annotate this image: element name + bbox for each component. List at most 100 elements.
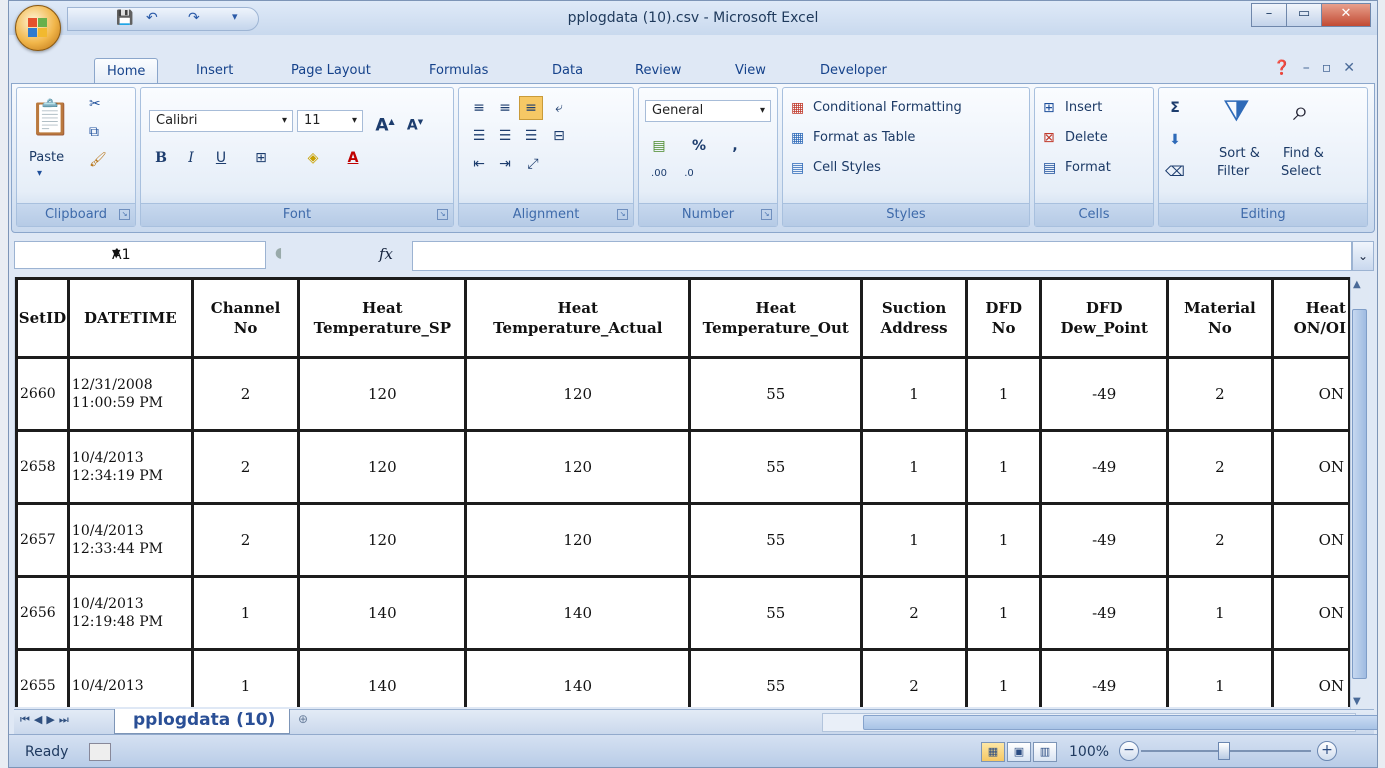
header-cell[interactable]: DATETIME (66, 277, 194, 359)
table-cell[interactable]: 1 (964, 648, 1043, 707)
header-cell[interactable]: SetID (15, 277, 70, 359)
autosum-icon[interactable]: Σ (1163, 96, 1187, 120)
table-cell[interactable]: 2 (1165, 356, 1274, 432)
minimize-button[interactable]: – (1251, 3, 1287, 27)
table-cell[interactable]: 1 (860, 502, 968, 578)
table-cell[interactable]: 1 (964, 356, 1043, 432)
prev-sheet-icon[interactable]: ◀ (34, 713, 46, 726)
ribbon-restore-icon[interactable]: ▫ (1322, 60, 1344, 76)
insert-function-icon[interactable]: fx (379, 245, 393, 263)
font-family-box[interactable]: Calibri ▾ (149, 110, 293, 132)
redo-icon[interactable]: ↷ (188, 10, 200, 26)
copy-icon[interactable]: ⧉ (89, 124, 99, 140)
align-center-icon[interactable]: ☰ (493, 124, 517, 148)
align-bottom-icon[interactable]: ≡ (519, 96, 543, 120)
conditional-formatting-button[interactable]: Conditional Formatting (813, 100, 962, 115)
tab-page-layout[interactable]: Page Layout (291, 63, 371, 78)
formula-resize-icon[interactable]: ◖ (275, 245, 282, 261)
align-left-icon[interactable]: ☰ (467, 124, 491, 148)
table-cell[interactable]: 2 (1165, 429, 1274, 505)
paste-icon[interactable]: 📋 (29, 98, 71, 138)
underline-button[interactable]: U (209, 146, 233, 170)
scroll-down-icon[interactable]: ▼ (1353, 696, 1361, 707)
header-cell[interactable]: DFD No (964, 277, 1043, 359)
table-cell[interactable]: 140 (297, 648, 468, 707)
table-cell[interactable]: 2 (190, 429, 301, 505)
header-cell[interactable]: Heat ON/OI (1270, 277, 1351, 359)
vertical-scrollbar[interactable]: ▲ ▼ (1350, 277, 1369, 709)
align-top-icon[interactable]: ≡ (467, 96, 491, 120)
table-cell[interactable]: ON (1270, 429, 1351, 505)
ribbon-minimize-icon[interactable]: – (1303, 60, 1322, 76)
accounting-format-icon[interactable]: ▤ (647, 134, 671, 158)
dialog-launcher-icon[interactable]: ↘ (617, 209, 628, 220)
format-as-table-button[interactable]: Format as Table (813, 130, 915, 145)
header-cell[interactable]: Heat Temperature_SP (297, 277, 468, 359)
fill-icon[interactable]: ⬇ (1163, 128, 1187, 152)
header-cell[interactable]: Heat Temperature_Actual (464, 277, 692, 359)
tab-developer[interactable]: Developer (820, 63, 887, 78)
table-cell[interactable]: 120 (297, 429, 468, 505)
table-cell[interactable]: ON (1270, 502, 1351, 578)
horizontal-scroll-thumb[interactable] (863, 715, 1377, 730)
table-cell[interactable]: 1 (1165, 648, 1274, 707)
align-middle-icon[interactable]: ≡ (493, 96, 517, 120)
bold-button[interactable]: B (149, 146, 173, 170)
table-cell[interactable]: -49 (1039, 648, 1169, 707)
table-cell[interactable]: 2655 (15, 648, 70, 707)
italic-button[interactable]: I (179, 146, 203, 170)
first-sheet-icon[interactable]: ⏮ (20, 713, 34, 726)
font-color-icon[interactable]: A (341, 146, 365, 170)
fill-color-icon[interactable]: ◈ (301, 146, 325, 170)
table-cell[interactable]: 10/4/2013 12:34:19 PM (66, 429, 194, 505)
tab-home[interactable]: Home (94, 58, 159, 84)
find-select-label-2[interactable]: Select (1281, 164, 1321, 179)
format-painter-icon[interactable]: 🖌 (89, 152, 107, 168)
table-cell[interactable]: ON (1270, 575, 1351, 651)
page-layout-view-icon[interactable]: ▣ (1007, 742, 1031, 762)
tab-view[interactable]: View (735, 63, 766, 78)
office-button[interactable] (15, 5, 61, 51)
table-cell[interactable]: 10/4/2013 12:19:48 PM (66, 575, 194, 651)
font-size-box[interactable]: 11 ▾ (297, 110, 363, 132)
table-cell[interactable]: 10/4/2013 (66, 648, 194, 707)
table-cell[interactable]: 140 (297, 575, 468, 651)
table-cell[interactable]: 1 (190, 575, 301, 651)
table-cell[interactable]: 120 (464, 429, 692, 505)
tab-data[interactable]: Data (552, 63, 583, 78)
sort-filter-label-1[interactable]: Sort & (1219, 146, 1260, 161)
format-cells-button[interactable]: Format (1065, 160, 1111, 175)
header-cell[interactable]: Material No (1165, 277, 1274, 359)
table-cell[interactable]: 1 (964, 429, 1043, 505)
dialog-launcher-icon[interactable]: ↘ (119, 209, 130, 220)
vertical-scroll-thumb[interactable] (1352, 309, 1367, 679)
table-cell[interactable]: 55 (688, 575, 864, 651)
table-cell[interactable]: 2 (860, 575, 968, 651)
find-select-label-1[interactable]: Find & (1283, 146, 1324, 161)
table-cell[interactable]: -49 (1039, 429, 1169, 505)
table-cell[interactable]: 2 (190, 502, 301, 578)
table-cell[interactable]: 10/4/2013 12:33:44 PM (66, 502, 194, 578)
table-cell[interactable]: 140 (464, 575, 692, 651)
table-cell[interactable]: 2 (190, 356, 301, 432)
increase-decimal-icon[interactable]: .00 (647, 162, 671, 186)
table-cell[interactable]: ON (1270, 648, 1351, 707)
paste-dropdown-icon[interactable]: ▾ (37, 168, 42, 179)
name-box[interactable]: A1 ▼ (14, 241, 266, 269)
header-cell[interactable]: Heat Temperature_Out (688, 277, 864, 359)
table-cell[interactable]: 2 (860, 648, 968, 707)
decrease-decimal-icon[interactable]: .0 (677, 162, 701, 186)
table-cell[interactable]: -49 (1039, 502, 1169, 578)
table-cell[interactable]: 55 (688, 429, 864, 505)
table-cell[interactable]: ON (1270, 356, 1351, 432)
dialog-launcher-icon[interactable]: ↘ (761, 209, 772, 220)
last-sheet-icon[interactable]: ⏭ (59, 713, 73, 726)
wrap-text-icon[interactable]: ⤶ (547, 96, 571, 120)
save-icon[interactable]: 💾 (116, 10, 133, 26)
horizontal-scrollbar[interactable] (822, 713, 1377, 732)
table-cell[interactable]: 2657 (15, 502, 70, 578)
table-cell[interactable]: 1 (964, 502, 1043, 578)
table-cell[interactable]: 55 (688, 356, 864, 432)
dialog-launcher-icon[interactable]: ↘ (437, 209, 448, 220)
table-cell[interactable]: -49 (1039, 356, 1169, 432)
